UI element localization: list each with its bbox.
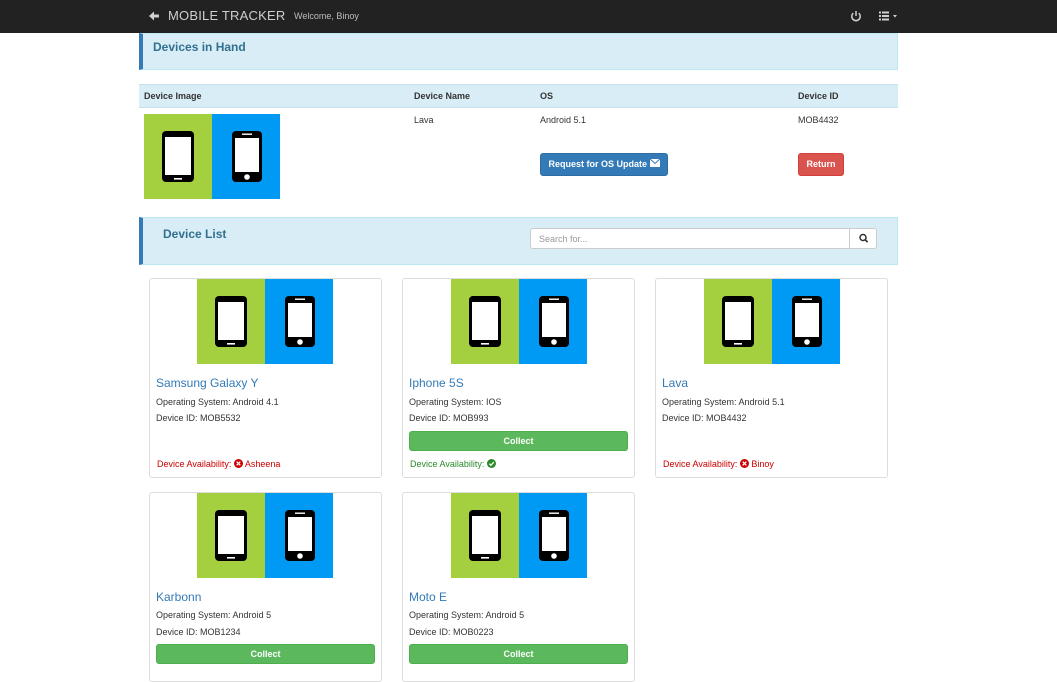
- hand-device-name: Lava: [414, 115, 434, 125]
- return-button[interactable]: Return: [798, 153, 844, 176]
- device-os-line: Operating System: IOS: [409, 397, 502, 407]
- devices-in-hand-title: Devices in Hand: [153, 40, 246, 54]
- device-name-link[interactable]: Lava: [662, 376, 688, 390]
- device-id: MOB5532: [200, 413, 241, 423]
- hand-device-id: MOB4432: [798, 115, 839, 125]
- hand-device-os: Android 5.1: [540, 115, 587, 125]
- device-id-line: Device ID: MOB1234: [156, 627, 241, 637]
- unavailable-icon: [739, 459, 749, 468]
- collect-button[interactable]: Collect: [156, 644, 375, 664]
- device-image: [197, 279, 333, 364]
- available-check-icon: [486, 459, 496, 468]
- device-os-line: Operating System: Android 4.1: [156, 397, 279, 407]
- list-menu-icon[interactable]: [879, 11, 899, 21]
- unavailable-icon: [233, 459, 243, 468]
- devices-in-hand-panel: Devices in Hand: [139, 33, 898, 70]
- device-image: [704, 279, 840, 364]
- device-os: Android 5: [485, 610, 525, 620]
- device-id-line: Device ID: MOB4432: [662, 413, 747, 423]
- device-name-link[interactable]: Karbonn: [156, 590, 201, 604]
- device-card: Lava Operating System: Android 5.1 Devic…: [655, 278, 888, 478]
- device-id: MOB993: [453, 413, 489, 423]
- collect-button[interactable]: Collect: [409, 431, 628, 451]
- device-availability: Device Availability:: [410, 459, 496, 469]
- device-id: MOB0223: [453, 627, 494, 637]
- device-os-line: Operating System: Android 5: [156, 610, 272, 620]
- device-os-line: Operating System: Android 5.1: [662, 397, 785, 407]
- device-id-line: Device ID: MOB0223: [409, 627, 494, 637]
- device-image: [451, 279, 587, 364]
- welcome-text: Welcome, Binoy: [294, 11, 359, 21]
- hand-table-header: Device Image Device Name OS Device ID: [139, 84, 898, 108]
- device-holder: Binoy: [751, 459, 774, 469]
- back-arrow-icon[interactable]: [148, 9, 160, 23]
- device-name-link[interactable]: Samsung Galaxy Y: [156, 376, 259, 390]
- device-list-title: Device List: [163, 227, 227, 241]
- device-card: Iphone 5S Operating System: IOS Device I…: [402, 278, 635, 478]
- device-image: [197, 493, 333, 578]
- device-os: Android 5.1: [738, 397, 785, 407]
- device-availability: Device Availability: Asheena: [157, 459, 281, 469]
- device-os-line: Operating System: Android 5: [409, 610, 525, 620]
- device-name-link[interactable]: Iphone 5S: [409, 376, 464, 390]
- device-id: MOB4432: [706, 413, 747, 423]
- device-availability: Device Availability: Binoy: [663, 459, 774, 469]
- top-navbar: MOBILE TRACKER Welcome, Binoy: [0, 0, 1057, 33]
- envelope-icon: [649, 158, 660, 167]
- request-os-update-label: Request for OS Update: [548, 159, 647, 169]
- device-os: IOS: [486, 397, 502, 407]
- device-image: [144, 114, 280, 199]
- search-button[interactable]: [849, 228, 877, 249]
- col-device-name: Device Name: [414, 91, 471, 101]
- col-device-id: Device ID: [798, 91, 839, 101]
- device-card: Samsung Galaxy Y Operating System: Andro…: [149, 278, 382, 478]
- app-brand[interactable]: MOBILE TRACKER: [168, 8, 285, 23]
- device-name-link[interactable]: Moto E: [409, 590, 447, 604]
- col-os: OS: [540, 91, 554, 101]
- device-holder: Asheena: [244, 459, 281, 469]
- device-os: Android 4.1: [232, 397, 279, 407]
- device-id: MOB1234: [200, 627, 241, 637]
- collect-button[interactable]: Collect: [409, 644, 628, 664]
- power-icon[interactable]: [850, 10, 862, 22]
- col-device-image: Device Image: [144, 91, 202, 101]
- request-os-update-button[interactable]: Request for OS Update: [540, 153, 668, 176]
- search-icon: [859, 233, 869, 243]
- device-id-line: Device ID: MOB993: [409, 413, 489, 423]
- device-id-line: Device ID: MOB5532: [156, 413, 241, 423]
- device-os: Android 5: [232, 610, 272, 620]
- device-image: [451, 493, 587, 578]
- device-card: Karbonn Operating System: Android 5 Devi…: [149, 492, 382, 682]
- device-card: Moto E Operating System: Android 5 Devic…: [402, 492, 635, 682]
- search-input[interactable]: [530, 228, 850, 249]
